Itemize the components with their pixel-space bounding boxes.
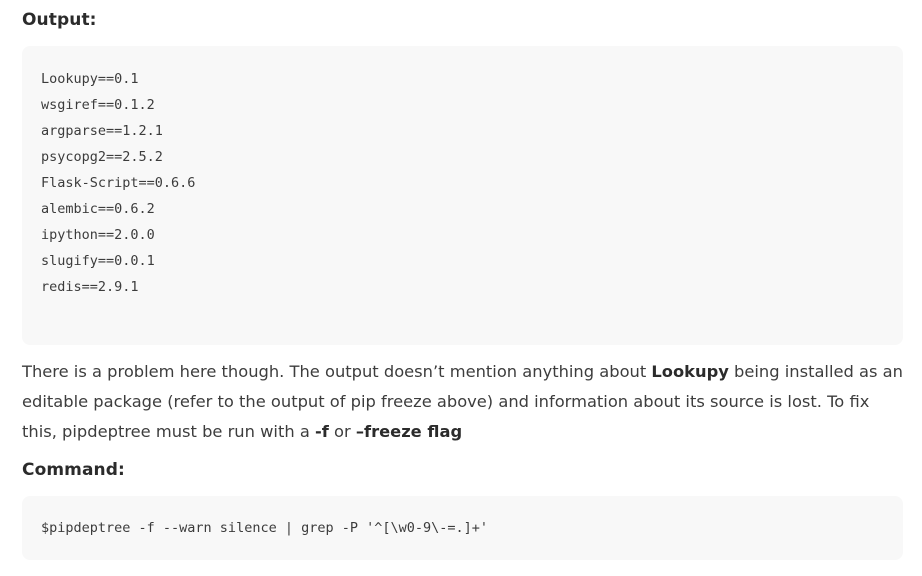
code-line: redis==2.9.1: [41, 279, 139, 295]
paragraph-bold-lookupy: Lookupy: [651, 362, 729, 381]
code-line: ipython==2.0.0: [41, 227, 155, 243]
paragraph-bold-f-flag: -f: [315, 422, 329, 441]
command-line: $pipdeptree -f --warn silence | grep -P …: [41, 520, 489, 536]
output-code-block: Lookupy==0.1 wsgiref==0.1.2 argparse==1.…: [22, 46, 903, 345]
code-line: wsgiref==0.1.2: [41, 97, 155, 113]
command-heading: Command:: [22, 460, 125, 480]
code-line: Flask-Script==0.6.6: [41, 175, 196, 191]
code-line: argparse==1.2.1: [41, 123, 163, 139]
paragraph-bold-freeze-flag: –freeze flag: [355, 422, 463, 441]
code-line: alembic==0.6.2: [41, 201, 155, 217]
article-page: Output: Lookupy==0.1 wsgiref==0.1.2 argp…: [0, 0, 922, 576]
paragraph-text: or: [328, 422, 356, 441]
paragraph-text: There is a problem here though. The outp…: [22, 362, 652, 381]
output-code-lines: Lookupy==0.1 wsgiref==0.1.2 argparse==1.…: [41, 66, 195, 300]
output-heading: Output:: [22, 10, 97, 30]
code-line: slugify==0.0.1: [41, 253, 155, 269]
code-line: psycopg2==2.5.2: [41, 149, 163, 165]
explanation-paragraph: There is a problem here though. The outp…: [22, 357, 907, 447]
code-line: Lookupy==0.1: [41, 71, 139, 87]
command-code-block: $pipdeptree -f --warn silence | grep -P …: [22, 496, 903, 560]
